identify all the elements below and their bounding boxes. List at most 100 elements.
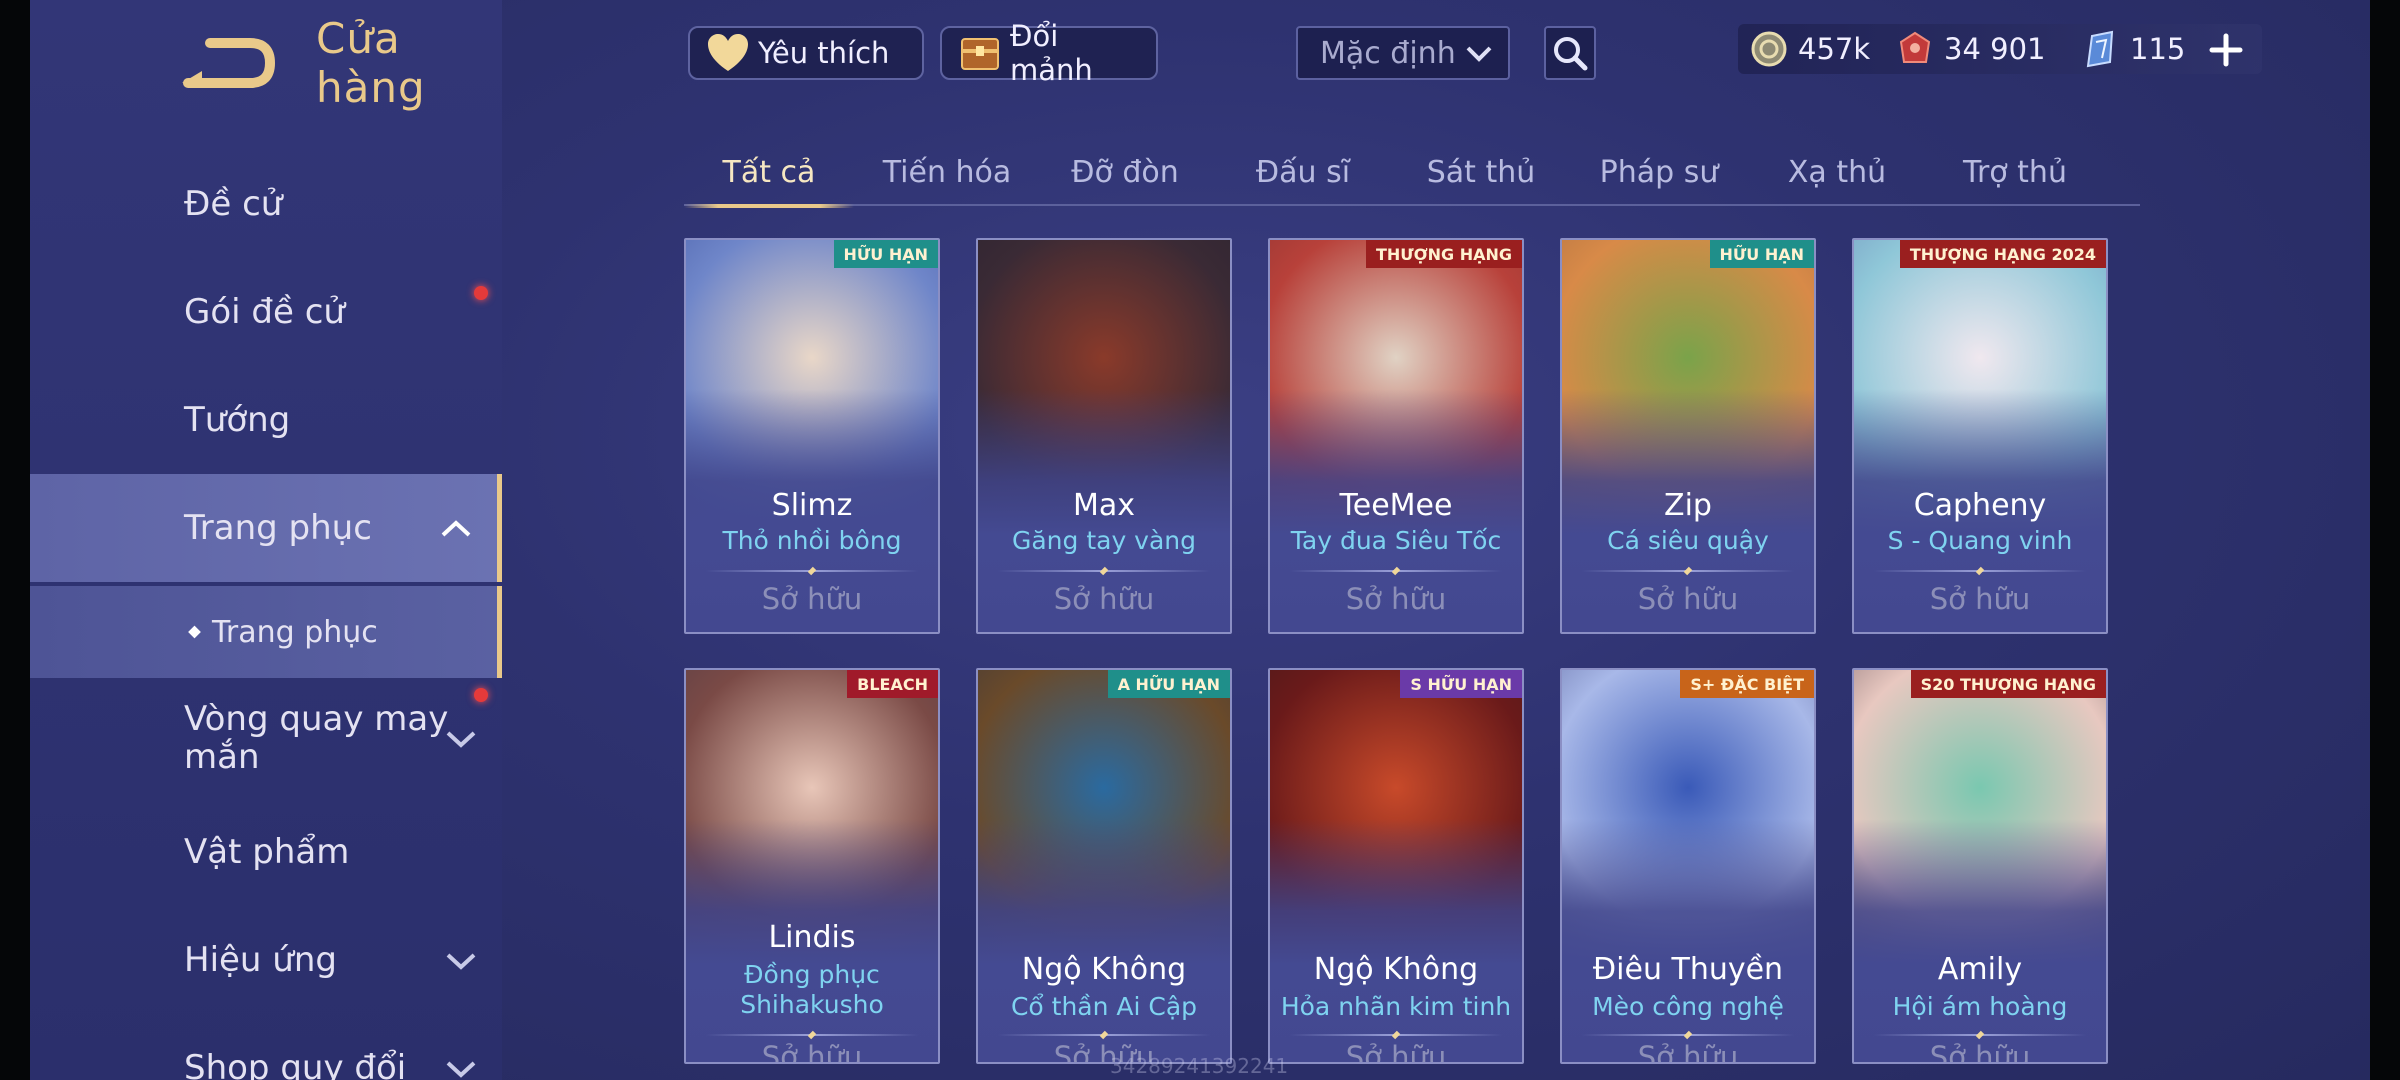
card-divider [1582,570,1794,572]
sidebar-item-label: Đề cử [184,184,283,224]
back-button[interactable] [180,32,276,94]
skin-name: Mèo công nghệ [1592,992,1784,1021]
sidebar-item-label: Vật phẩm [184,832,350,872]
red-voucher-icon [1899,31,1931,63]
gold-coin-icon [1751,31,1787,67]
skin-name: Cá siêu quậy [1607,526,1769,555]
sidebar-item-recommended-packs[interactable]: Gói đề cử [30,258,502,366]
rarity-badge: S HỮU HẠN [1400,670,1522,698]
skin-card[interactable]: Max Găng tay vàng Sở hữu [976,238,1232,634]
card-divider [1874,570,2086,572]
sidebar-item-heroes[interactable]: Tướng [30,366,502,474]
skin-name: S - Quang vinh [1887,526,2073,555]
skin-card[interactable]: HỮU HẠN Zip Cá siêu quậy Sở hữu [1560,238,1816,634]
plus-icon [2209,33,2243,67]
skin-card[interactable]: THƯỢNG HẠNG 2024 Capheny S - Quang vinh Sở … [1852,238,2108,634]
sidebar-item-lucky-spin[interactable]: Vòng quay may mắn [30,678,502,798]
sidebar: Cửa hàng Đề cử Gói đề cử Tướng Trang phụ… [30,0,502,1080]
chevron-down-icon [446,731,476,748]
hero-name: Slimz [771,488,853,523]
sidebar-item-recommended[interactable]: Đề cử [30,150,502,258]
card-divider [998,1034,1210,1036]
card-divider [1874,1034,2086,1036]
notification-dot [474,286,488,300]
skin-card[interactable]: S HỮU HẠN Ngộ Không Hỏa nhãn kim tinh Sở hữ… [1268,668,1524,1064]
hero-name: Amily [1937,952,2023,987]
back-arrow-icon [182,38,276,88]
search-button[interactable] [1544,26,1596,80]
owned-status: Sở hữu [761,582,863,616]
rarity-badge: BLEACH [847,670,938,698]
tab-assassin[interactable]: Sát thủ [1396,140,1566,204]
sort-dropdown[interactable]: Mặc định [1296,26,1510,80]
page-title: Cửa hàng [316,14,426,112]
hero-name: Max [1072,488,1136,523]
card-shade [1854,818,2106,1062]
chevron-down-icon [446,953,476,970]
tab-fighter[interactable]: Đấu sĩ [1218,140,1388,204]
gold-value: 457k [1798,32,1871,66]
role-tabs: Tất cả Tiến hóa Đỡ đòn Đấu sĩ Sát thủ Ph… [684,140,2140,208]
skin-grid: HỮU HẠN Slimz Thỏ nhồi bông Sở hữu Max Găng t… [684,238,2144,1080]
sidebar-item-label: Hiệu ứng [184,940,337,980]
favorites-label: Yêu thích [758,36,890,70]
hero-name: Lindis [768,920,856,955]
rarity-badge: HỮU HẠN [1709,240,1814,268]
skin-card[interactable]: S20 THƯỢNG HẠNG Amily Hội ám hoàng Sở hữu [1852,668,2108,1064]
tab-tank[interactable]: Đỡ đòn [1040,140,1210,204]
chevron-down-icon [1466,46,1492,62]
sidebar-item-label: Trang phục [212,614,378,650]
skin-card[interactable]: A HỮU HẠN Ngộ Không Cổ thần Ai Cập Sở hữu [976,668,1232,1064]
sidebar-item-items[interactable]: Vật phẩm [30,798,502,906]
exchange-fragments-label: Đổi mảnh [1010,19,1093,87]
owned-status: Sở hữu [1929,1040,2031,1064]
skin-card[interactable]: HỮU HẠN Slimz Thỏ nhồi bông Sở hữu [684,238,940,634]
voucher-balance: 34 901 [1896,24,2045,74]
sidebar-item-effects[interactable]: Hiệu ứng [30,906,502,1014]
rarity-badge: S20 THƯỢNG HẠNG [1910,670,2106,698]
chevron-up-icon [441,520,471,537]
tab-mage[interactable]: Pháp sư [1574,140,1744,204]
exchange-fragments-button[interactable]: Đổi mảnh [940,19,1158,87]
card-shade [1562,818,1814,1062]
crystal-value: 115 [2130,32,2186,66]
card-divider [1290,1034,1502,1036]
rarity-badge: THƯỢNG HẠNG [1365,240,1522,268]
skin-card[interactable]: BLEACH Lindis Đồng phục Shihakusho Sở hữu [684,668,940,1064]
tab-evolution[interactable]: Tiến hóa [862,140,1032,204]
sidebar-item-label: Gói đề cử [184,292,345,332]
sort-value: Mặc định [1320,35,1456,71]
top-up-button[interactable] [2206,30,2246,70]
skin-name: Găng tay vàng [1011,526,1197,555]
owned-status: Sở hữu [1345,582,1447,616]
skin-card[interactable]: THƯỢNG HẠNG TeeMee Tay đua Siêu Tốc Sở hữu [1268,238,1524,634]
tab-support[interactable]: Trợ thủ [1930,140,2100,204]
sidebar-subitem-skins[interactable]: Trang phục [30,586,502,678]
card-divider [1582,1034,1794,1036]
rarity-badge: HỮU HẠN [833,240,938,268]
hero-name: Ngộ Không [1021,952,1187,987]
card-divider [706,1034,918,1036]
owned-status: Sở hữu [761,1040,863,1064]
hero-name: TeeMee [1339,488,1453,523]
sidebar-item-label: Trang phục [184,508,372,548]
skin-card[interactable]: S+ ĐẶC BIỆT Điêu Thuyền Mèo công nghệ Sở hữ… [1560,668,1816,1064]
blue-crystal-icon [2086,30,2114,68]
sidebar-item-label: Vòng quay may mắn [184,699,449,777]
favorites-button[interactable]: Yêu thích [688,26,924,80]
sidebar-nav: Đề cử Gói đề cử Tướng Trang phục Trang p… [30,150,502,1080]
voucher-value: 34 901 [1944,32,2046,66]
tab-marksman[interactable]: Xạ thủ [1752,140,1922,204]
sidebar-item-exchange-shop[interactable]: Shop quy đổi [30,1014,502,1080]
owned-status: Sở hữu [1637,582,1739,616]
notification-dot [474,688,488,702]
skin-name: Hội ám hoàng [1892,992,2068,1021]
tab-all[interactable]: Tất cả [684,140,854,208]
owned-status: Sở hữu [1053,582,1155,616]
skin-name: Tay đua Siêu Tốc [1290,526,1502,555]
rarity-badge: A HỮU HẠN [1107,670,1230,698]
skin-name: Cổ thần Ai Cập [1010,992,1198,1021]
rarity-badge: THƯỢNG HẠNG 2024 [1899,240,2106,268]
sidebar-item-skins[interactable]: Trang phục [30,474,502,582]
rarity-badge: S+ ĐẶC BIỆT [1680,670,1814,698]
